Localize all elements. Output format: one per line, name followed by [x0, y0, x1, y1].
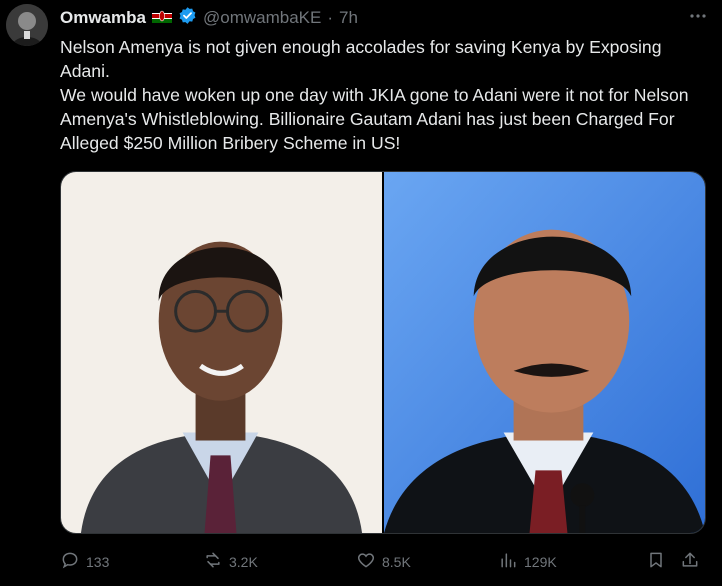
views-count: 129K	[524, 553, 557, 570]
tweet-media[interactable]	[60, 171, 706, 534]
views-button[interactable]: 129K	[498, 550, 557, 573]
kenya-flag-icon	[151, 8, 172, 28]
like-button[interactable]: 8.5K	[356, 550, 411, 573]
share-icon	[680, 550, 700, 573]
like-count: 8.5K	[382, 553, 411, 570]
author-handle[interactable]: @omwambaKE	[203, 8, 321, 28]
bookmark-button[interactable]	[646, 550, 666, 573]
tweet-text-line: We would have woken up one day with JKIA…	[60, 85, 689, 153]
repost-count: 3.2K	[229, 553, 258, 570]
reply-icon	[60, 550, 80, 573]
views-icon	[498, 550, 518, 573]
repost-button[interactable]: 3.2K	[203, 550, 258, 573]
photo-left[interactable]	[61, 172, 382, 533]
avatar[interactable]	[6, 4, 48, 46]
author-name[interactable]: Omwamba	[60, 8, 146, 28]
tweet-text-line: Nelson Amenya is not given enough accola…	[60, 37, 662, 81]
repost-icon	[203, 550, 223, 573]
separator-dot: ·	[327, 8, 334, 27]
tweet-text: Nelson Amenya is not given enough accola…	[60, 35, 710, 155]
photo-right[interactable]	[384, 172, 705, 533]
share-button[interactable]	[680, 550, 700, 573]
more-options-icon[interactable]	[688, 6, 708, 32]
like-icon	[356, 550, 376, 573]
reply-count: 133	[86, 553, 110, 570]
action-bar: 133 3.2K 8.5K 129K	[60, 550, 710, 576]
timestamp[interactable]: 7h	[339, 8, 358, 28]
verified-badge-icon	[178, 6, 197, 30]
bookmark-icon	[646, 550, 666, 573]
tweet-header: Omwamba @omwambaKE · 7h	[60, 6, 358, 30]
reply-button[interactable]: 133	[60, 550, 109, 573]
